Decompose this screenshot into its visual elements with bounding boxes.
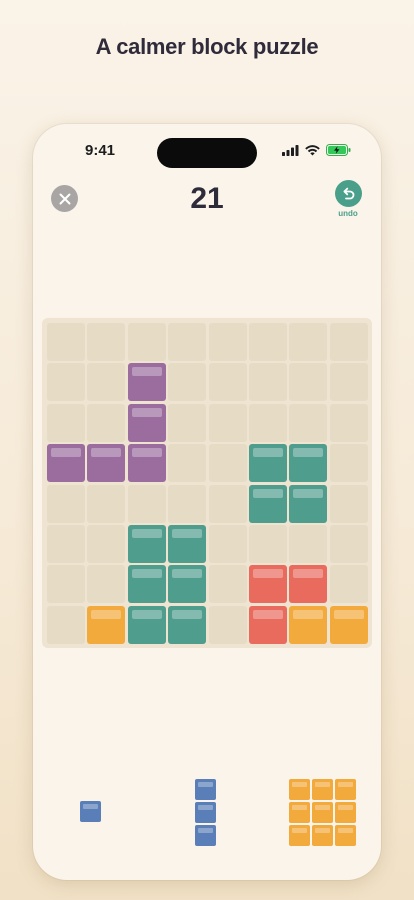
board-cell-empty[interactable] [47, 525, 85, 563]
board-block-orange[interactable] [329, 605, 368, 644]
phone-frame: 9:41 21 undo [33, 124, 381, 880]
tray-block-orange [289, 802, 310, 823]
board-block-purple[interactable] [47, 444, 85, 483]
tray-block-orange [335, 802, 356, 823]
tray-block-orange [289, 825, 310, 846]
undo-control[interactable]: undo [333, 180, 363, 218]
undo-button[interactable] [334, 180, 362, 207]
board-cell-empty[interactable] [329, 363, 368, 402]
board-cell-empty[interactable] [329, 525, 368, 563]
wifi-icon [305, 144, 320, 155]
board-cell-empty[interactable] [208, 525, 247, 563]
board-cell-empty[interactable] [208, 363, 247, 402]
status-icons [282, 144, 351, 156]
battery-charging-icon [326, 144, 351, 156]
board-block-teal[interactable] [168, 565, 207, 604]
signal-icon [282, 144, 299, 156]
board-block-purple[interactable] [127, 444, 166, 483]
board-cell-empty[interactable] [208, 565, 247, 604]
board-cell-empty[interactable] [87, 363, 126, 402]
board-cell-empty[interactable] [168, 363, 207, 402]
board-block-teal[interactable] [249, 444, 287, 483]
board-block-orange[interactable] [87, 605, 126, 644]
tray-block-blue [195, 802, 216, 823]
board-cell-empty[interactable] [249, 403, 287, 442]
board-cell-empty[interactable] [47, 605, 85, 644]
tray-block-orange [312, 825, 333, 846]
board-cell-empty[interactable] [87, 565, 126, 604]
tray-block-blue [195, 779, 216, 800]
board-block-teal[interactable] [289, 444, 328, 483]
board-cell-empty[interactable] [249, 323, 287, 361]
tray-block-blue [80, 801, 101, 822]
tray-block-orange [312, 779, 333, 800]
board-cell-empty[interactable] [329, 403, 368, 442]
board-cell-empty[interactable] [168, 323, 207, 361]
board-block-teal[interactable] [168, 525, 207, 563]
board-cell-empty[interactable] [208, 403, 247, 442]
board-block-red[interactable] [249, 605, 287, 644]
board-block-teal[interactable] [127, 565, 166, 604]
board-block-purple[interactable] [127, 363, 166, 402]
board-block-teal[interactable] [289, 484, 328, 523]
dynamic-island [157, 138, 257, 168]
board-block-red[interactable] [289, 565, 328, 604]
board-block-purple[interactable] [127, 403, 166, 442]
status-bar: 9:41 [33, 138, 381, 168]
board-cell-empty[interactable] [87, 323, 126, 361]
game-board[interactable] [42, 318, 372, 648]
board-cell-empty[interactable] [87, 403, 126, 442]
board-cell-empty[interactable] [47, 363, 85, 402]
board-cell-empty[interactable] [329, 444, 368, 483]
board-cell-empty[interactable] [289, 403, 328, 442]
headline: A calmer block puzzle [95, 34, 319, 59]
board-cell-empty[interactable] [289, 363, 328, 402]
board-cell-empty[interactable] [168, 484, 207, 523]
board-block-teal[interactable] [249, 484, 287, 523]
board-cell-empty[interactable] [47, 484, 85, 523]
board-cell-empty[interactable] [329, 484, 368, 523]
undo-icon [343, 187, 354, 200]
tray-block-orange [312, 802, 333, 823]
undo-label: undo [338, 209, 358, 218]
score-display: 21 [190, 182, 224, 215]
board-cell-empty[interactable] [127, 323, 166, 361]
game-header: 21 undo [33, 180, 381, 230]
board-cell-empty[interactable] [208, 605, 247, 644]
board-block-teal[interactable] [168, 605, 207, 644]
board-block-teal[interactable] [127, 525, 166, 563]
board-cell-empty[interactable] [87, 525, 126, 563]
board-cell-empty[interactable] [47, 323, 85, 361]
board-cell-empty[interactable] [208, 323, 247, 361]
board-cell-empty[interactable] [329, 565, 368, 604]
board-cell-empty[interactable] [168, 403, 207, 442]
board-cell-empty[interactable] [168, 444, 207, 483]
tray-block-orange [335, 825, 356, 846]
tray-block-orange [335, 779, 356, 800]
board-cell-empty[interactable] [87, 484, 126, 523]
board-block-purple[interactable] [87, 444, 126, 483]
board-cell-empty[interactable] [47, 403, 85, 442]
status-time: 9:41 [85, 142, 116, 159]
board-cell-empty[interactable] [249, 525, 287, 563]
board-cell-empty[interactable] [47, 565, 85, 604]
board-block-orange[interactable] [289, 605, 328, 644]
board-cell-empty[interactable] [249, 363, 287, 402]
tray-block-orange [289, 779, 310, 800]
board-cell-empty[interactable] [329, 323, 368, 361]
board-cell-empty[interactable] [208, 444, 247, 483]
board-cell-empty[interactable] [289, 525, 328, 563]
board-cell-empty[interactable] [127, 484, 166, 523]
board-cell-empty[interactable] [289, 323, 328, 361]
board-block-red[interactable] [249, 565, 287, 604]
tray-block-blue [195, 825, 216, 846]
board-cell-empty[interactable] [208, 484, 247, 523]
board-block-teal[interactable] [127, 605, 166, 644]
